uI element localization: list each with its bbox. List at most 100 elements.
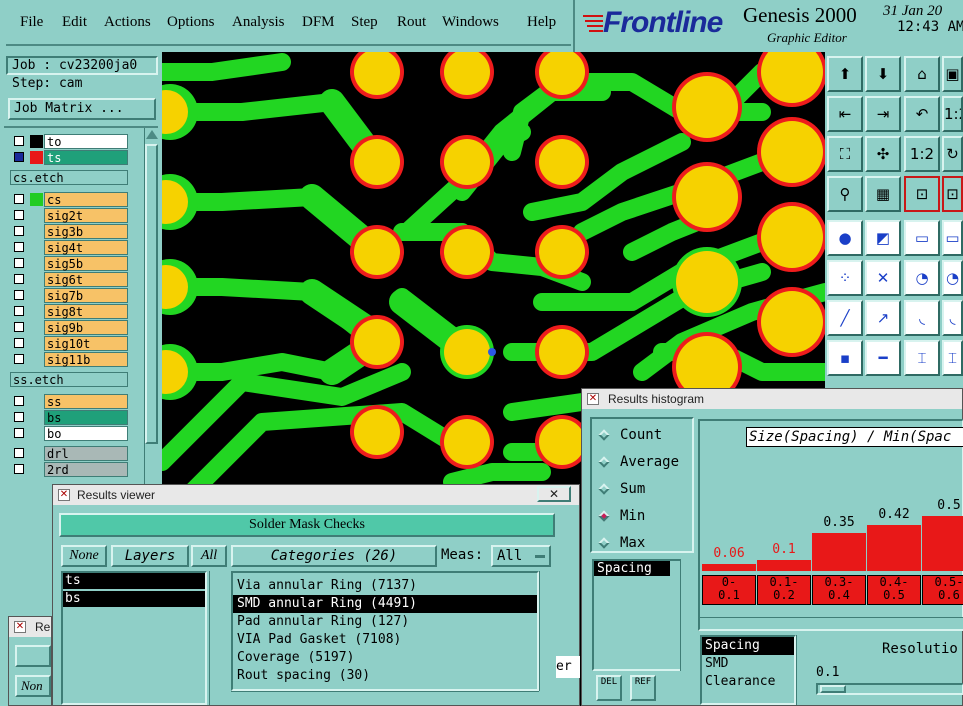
layer-checkbox[interactable]	[14, 136, 24, 146]
category-item[interactable]: Via annular Ring (7137)	[233, 577, 537, 595]
ref-button[interactable]: REF	[630, 675, 656, 701]
option-count[interactable]: Count	[592, 425, 692, 447]
all-button[interactable]: All	[191, 545, 227, 567]
snap-icon[interactable]: ▪	[827, 340, 863, 376]
layer-name[interactable]: sig10t	[44, 336, 128, 351]
layer-color-swatch[interactable]	[30, 225, 43, 238]
layer-color-swatch[interactable]	[30, 209, 43, 222]
option-average[interactable]: Average	[592, 452, 692, 474]
resolution-slider[interactable]	[816, 683, 963, 695]
layer-checkbox[interactable]	[14, 338, 24, 348]
layer-row-bo[interactable]: bo	[10, 426, 130, 441]
option-sum[interactable]: Sum	[592, 479, 692, 501]
layer-checkbox[interactable]	[14, 464, 24, 474]
category-scrollbar[interactable]	[539, 571, 553, 691]
layer-result-list[interactable]: ts bs	[61, 571, 207, 705]
layer-row-ss[interactable]: ss	[10, 394, 130, 409]
layer-row-sig2t[interactable]: sig2t	[10, 208, 130, 223]
option-max[interactable]: Max	[592, 533, 692, 555]
layer-row-to[interactable]: to	[10, 134, 130, 149]
menu-help[interactable]: Help	[527, 14, 556, 31]
histogram-bar[interactable]	[757, 560, 811, 571]
layer-name[interactable]: bo	[44, 426, 128, 441]
copy-icon[interactable]: 1:2	[942, 96, 963, 132]
layer-row-sig5b[interactable]: sig5b	[10, 256, 130, 271]
list-item[interactable]: ts	[63, 573, 205, 589]
net-icon[interactable]: ⁘	[827, 260, 863, 296]
layer-color-swatch[interactable]	[30, 151, 43, 164]
solder-mask-checks-header[interactable]: Solder Mask Checks	[59, 513, 555, 537]
background-window-button[interactable]	[15, 645, 51, 667]
layer-row-drl[interactable]: drl	[10, 446, 130, 461]
layer-row-2rd[interactable]: 2rd	[10, 462, 130, 477]
histogram-bar[interactable]	[812, 533, 866, 571]
layer-checkbox[interactable]	[14, 354, 24, 364]
background-window-titlebar[interactable]: ✕ Re	[9, 617, 51, 637]
category-item[interactable]: Pad annular Ring (127)	[233, 613, 537, 631]
layer-name[interactable]: sig8t	[44, 304, 128, 319]
none-button[interactable]: None	[61, 545, 107, 567]
layer-color-swatch[interactable]	[30, 321, 43, 334]
layer-color-swatch[interactable]	[30, 305, 43, 318]
measure-scrollbar[interactable]	[680, 559, 694, 671]
layer-color-swatch[interactable]	[30, 193, 43, 206]
segment-icon[interactable]: ━	[865, 340, 901, 376]
layer-down-icon[interactable]: ⬇	[865, 56, 901, 92]
metric-item[interactable]: Clearance	[702, 673, 794, 691]
highlight-icon[interactable]: ◩	[865, 220, 901, 256]
layer-checkbox[interactable]	[14, 194, 24, 204]
insert-icon[interactable]: ⇤	[827, 96, 863, 132]
del-button[interactable]: DEL	[596, 675, 622, 701]
layer-color-swatch[interactable]	[30, 353, 43, 366]
metric-scrollbar[interactable]	[796, 635, 810, 705]
menu-actions[interactable]: Actions	[104, 14, 151, 31]
ruler-alt-icon[interactable]: ▭	[942, 220, 963, 256]
connect-icon[interactable]: ⊡	[904, 176, 940, 212]
metric-list[interactable]: Spacing SMD Clearance	[700, 635, 796, 705]
metric-item[interactable]: SMD	[702, 655, 794, 673]
layer-checkbox[interactable]	[14, 412, 24, 422]
bracket-alt-icon[interactable]: ⌶	[942, 340, 963, 376]
menu-windows[interactable]: Windows	[442, 14, 499, 31]
layer-row-cs-etch[interactable]: cs.etch	[10, 170, 130, 185]
option-min[interactable]: Min	[592, 506, 692, 528]
layer-name[interactable]: cs	[44, 192, 128, 207]
histogram-bar[interactable]	[867, 525, 921, 571]
layer-color-swatch[interactable]	[30, 257, 43, 270]
category-list[interactable]: Via annular Ring (7137) SMD annular Ring …	[231, 571, 539, 691]
line-icon[interactable]: ╱	[827, 300, 863, 336]
results-viewer-titlebar[interactable]: ✕ Results viewer ✕	[53, 485, 579, 505]
list-item[interactable]: bs	[63, 591, 205, 607]
chart-hscrollbar[interactable]	[700, 617, 963, 629]
layer-checkbox[interactable]	[14, 396, 24, 406]
menu-rout[interactable]: Rout	[397, 14, 426, 31]
layers-button[interactable]: Layers	[111, 545, 189, 567]
menu-step[interactable]: Step	[351, 14, 378, 31]
layer-name[interactable]: cs.etch	[10, 170, 128, 185]
list-item[interactable]: Spacing	[594, 561, 670, 576]
layer-row-sig4t[interactable]: sig4t	[10, 240, 130, 255]
layer-row-cs[interactable]: cs	[10, 192, 130, 207]
layer-row-ts[interactable]: ts	[10, 150, 130, 165]
layer-row-sig9b[interactable]: sig9b	[10, 320, 130, 335]
layer-name[interactable]: sig7b	[44, 288, 128, 303]
layer-up-icon[interactable]: ⬆	[827, 56, 863, 92]
measure-list[interactable]: Spacing	[592, 559, 682, 671]
layer-checkbox[interactable]	[14, 306, 24, 316]
layer-color-swatch[interactable]	[30, 411, 43, 424]
layer-name[interactable]: sig5b	[44, 256, 128, 271]
zoom-home-icon[interactable]: ✣	[865, 136, 901, 172]
job-matrix-button[interactable]: Job Matrix ...	[8, 98, 156, 120]
grid-icon[interactable]: ▦	[865, 176, 901, 212]
layer-color-swatch[interactable]	[30, 427, 43, 440]
layer-row-sig6t[interactable]: sig6t	[10, 272, 130, 287]
none-field[interactable]: Non	[15, 675, 51, 697]
layer-list-scrollbar[interactable]	[209, 571, 223, 705]
layer-name[interactable]: to	[44, 134, 128, 149]
zoom-fit-icon[interactable]: ⛶	[827, 136, 863, 172]
page-icon[interactable]: ▣	[942, 56, 963, 92]
category-hscrollbar[interactable]	[231, 691, 539, 705]
point-icon[interactable]: ◔	[904, 260, 940, 296]
layer-checkbox[interactable]	[14, 290, 24, 300]
histogram-bar[interactable]	[922, 516, 963, 571]
